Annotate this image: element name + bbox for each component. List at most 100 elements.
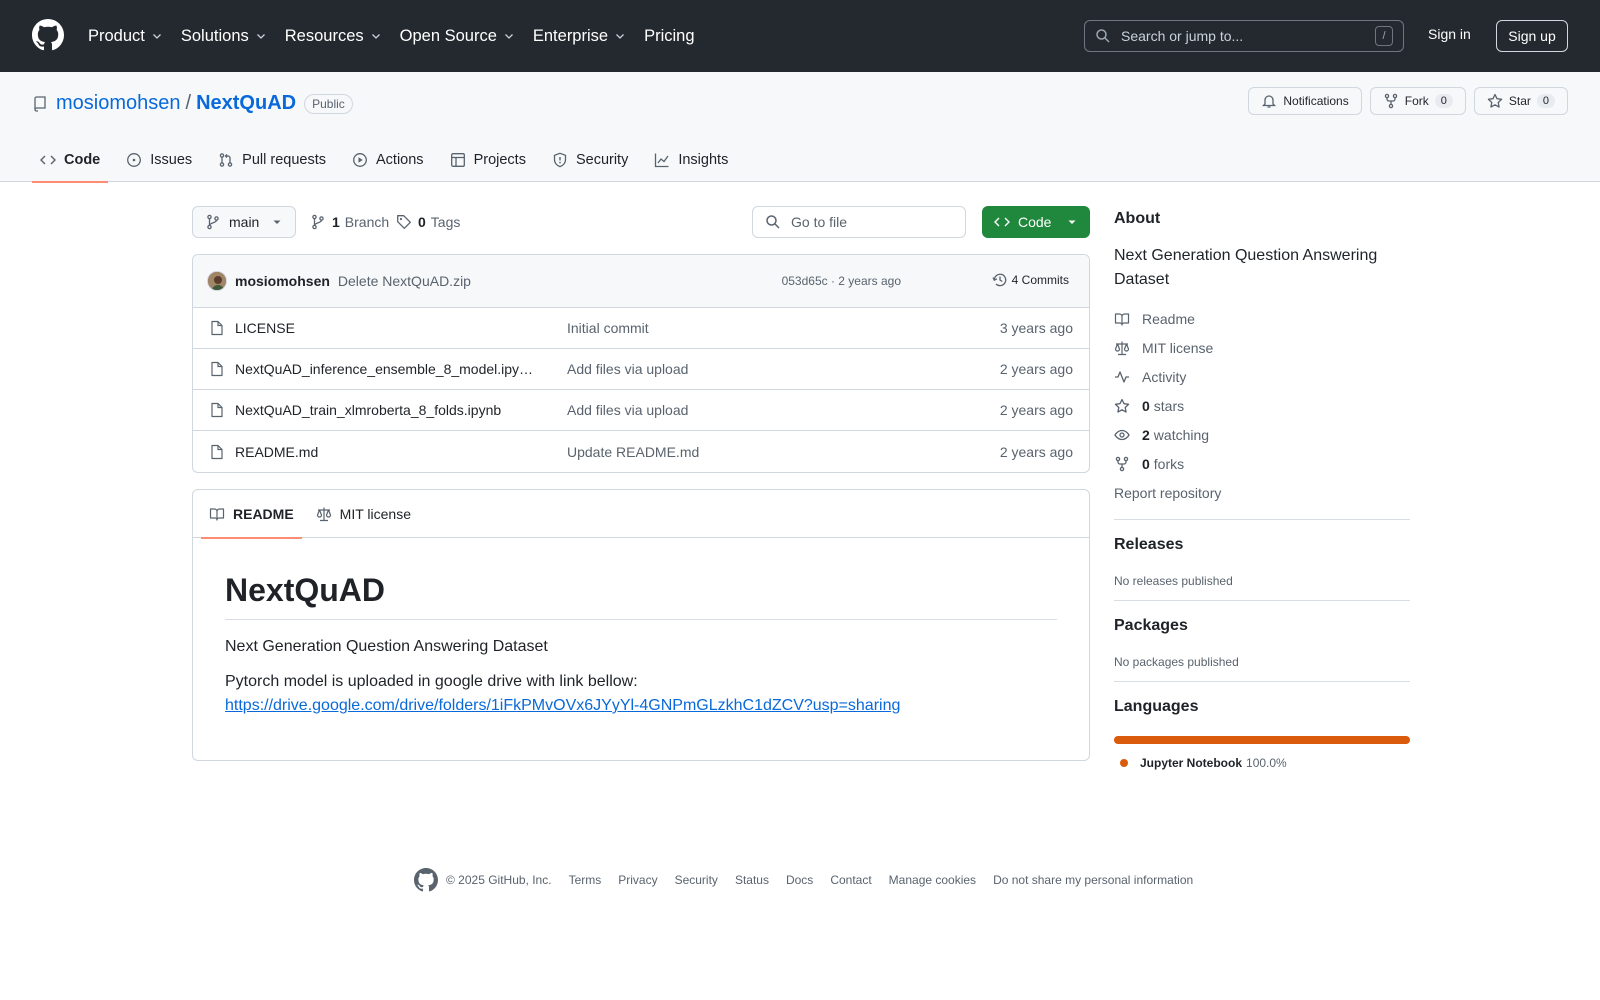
- go-to-file-input[interactable]: Go to file: [752, 206, 966, 238]
- repo-owner-link[interactable]: mosiomohsen: [56, 92, 181, 115]
- tab-label: Insights: [678, 152, 729, 168]
- readme-label: Readme: [1142, 310, 1195, 327]
- tab-actions[interactable]: Actions: [344, 138, 432, 182]
- notifications-button[interactable]: Notifications: [1248, 87, 1362, 115]
- tab-security[interactable]: Security: [544, 138, 636, 182]
- footer-link-do-not-share[interactable]: Do not share my personal information: [993, 873, 1193, 887]
- divider: [1114, 519, 1410, 520]
- table-row: LICENSE Initial commit 3 years ago: [193, 308, 1089, 349]
- drive-link[interactable]: https://drive.google.com/drive/folders/1…: [225, 697, 900, 714]
- avatar[interactable]: [207, 271, 227, 291]
- packages-empty-text: No packages published: [1114, 655, 1239, 669]
- language-color-dot: [1120, 759, 1128, 767]
- file-table: mosiomohsen Delete NextQuAD.zip 053d65c …: [192, 254, 1090, 473]
- file-commit-message[interactable]: Update README.md: [567, 444, 699, 460]
- commits-link[interactable]: 4 Commits: [992, 272, 1069, 288]
- fork-button[interactable]: Fork 0: [1369, 87, 1466, 115]
- tags-link[interactable]: 0 Tags: [396, 214, 460, 230]
- play-icon: [353, 153, 367, 167]
- table-icon: [450, 153, 465, 167]
- tab-readme[interactable]: README: [201, 490, 302, 539]
- language-item[interactable]: Jupyter Notebook 100.0%: [1114, 756, 1410, 770]
- repo-header: mosiomohsen / NextQuAD Public Notificati…: [0, 72, 1600, 183]
- go-to-file-placeholder: Go to file: [791, 214, 848, 230]
- file-age: 2 years ago: [999, 402, 1073, 418]
- file-name-link[interactable]: NextQuAD_train_xlmroberta_8_folds.ipynb: [235, 402, 545, 418]
- search-placeholder: Search or jump to...: [1121, 28, 1244, 44]
- tab-issues[interactable]: Issues: [118, 138, 200, 182]
- repo-name-link[interactable]: NextQuAD: [196, 92, 296, 115]
- nav-label: Resources: [284, 26, 364, 45]
- nav-label: Solutions: [180, 26, 249, 45]
- commit-hash-time[interactable]: 053d65c · 2 years ago: [782, 274, 901, 288]
- report-repository-link[interactable]: Report repository: [1114, 478, 1410, 507]
- file-name-link[interactable]: README.md: [235, 444, 545, 460]
- activity-link[interactable]: Activity: [1114, 362, 1410, 391]
- forks-label: forks: [1153, 455, 1185, 472]
- readme-panel: README MIT license NextQuAD Next Generat…: [192, 489, 1090, 761]
- repo-icon: [34, 95, 46, 112]
- tab-insights[interactable]: Insights: [646, 138, 736, 182]
- branch-selector[interactable]: main: [192, 206, 296, 238]
- nav-resources[interactable]: Resources: [285, 24, 382, 48]
- nav-solutions[interactable]: Solutions: [181, 24, 267, 48]
- sign-up-button[interactable]: Sign up: [1496, 20, 1568, 52]
- footer-link-security[interactable]: Security: [675, 873, 718, 887]
- nav-open-source[interactable]: Open Source: [400, 24, 515, 48]
- shield-icon: [553, 152, 567, 168]
- tab-pull-requests[interactable]: Pull requests: [210, 138, 334, 182]
- chevron-down-icon: [616, 34, 625, 39]
- releases-title[interactable]: Releases: [1114, 536, 1410, 554]
- github-logo-icon[interactable]: [414, 868, 438, 892]
- watching-count: 2: [1142, 426, 1150, 443]
- language-name: Jupyter Notebook: [1140, 756, 1243, 770]
- code-icon: [994, 217, 1010, 227]
- tab-label: Actions: [376, 152, 424, 168]
- readme-link[interactable]: Readme: [1114, 304, 1410, 333]
- tab-license[interactable]: MIT license: [308, 490, 419, 538]
- stars-link[interactable]: 0 stars: [1114, 391, 1410, 420]
- releases-empty-text: No releases published: [1114, 574, 1233, 588]
- file-commit-message[interactable]: Add files via upload: [567, 402, 688, 418]
- search-input[interactable]: Search or jump to... /: [1084, 20, 1404, 52]
- footer-link-manage-cookies[interactable]: Manage cookies: [889, 873, 976, 887]
- footer-link-terms[interactable]: Terms: [569, 873, 602, 887]
- file-icon: [211, 444, 223, 459]
- github-logo-icon[interactable]: [32, 19, 64, 51]
- commit-author-link[interactable]: mosiomohsen: [235, 273, 330, 289]
- sign-in-link[interactable]: Sign in: [1428, 26, 1471, 42]
- avatar-image: [208, 272, 226, 290]
- code-button[interactable]: Code: [982, 206, 1090, 238]
- tab-label: Projects: [473, 152, 526, 168]
- global-header: Product Solutions Resources Open Source …: [0, 0, 1600, 72]
- search-icon: [1096, 29, 1110, 43]
- packages-title[interactable]: Packages: [1114, 617, 1410, 635]
- commit-message-link[interactable]: Delete NextQuAD.zip: [338, 273, 471, 289]
- license-label: MIT license: [1142, 339, 1214, 356]
- nav-product[interactable]: Product: [88, 24, 163, 48]
- stars-count: 0: [1142, 397, 1150, 414]
- tab-code[interactable]: Code: [32, 138, 109, 183]
- footer-link-status[interactable]: Status: [735, 873, 769, 887]
- nav-pricing[interactable]: Pricing: [644, 24, 694, 48]
- file-commit-message[interactable]: Initial commit: [567, 320, 649, 336]
- footer-link-docs[interactable]: Docs: [786, 873, 813, 887]
- branches-link[interactable]: 1 Branch: [310, 214, 389, 230]
- fork-label: Fork: [1404, 94, 1429, 108]
- footer-link-contact[interactable]: Contact: [830, 873, 871, 887]
- readme-tabs: README MIT license: [193, 490, 1089, 539]
- file-name-link[interactable]: NextQuAD_inference_ensemble_8_model.ipy…: [235, 361, 545, 377]
- star-icon: [1114, 398, 1130, 413]
- tab-projects[interactable]: Projects: [442, 138, 534, 182]
- star-button[interactable]: Star 0: [1473, 87, 1568, 115]
- nav-enterprise[interactable]: Enterprise: [533, 24, 626, 48]
- caret-down-icon: [273, 220, 281, 224]
- footer-link-privacy[interactable]: Privacy: [618, 873, 657, 887]
- file-name-link[interactable]: LICENSE: [235, 320, 545, 336]
- watching-link[interactable]: 2 watching: [1114, 420, 1410, 449]
- file-commit-message[interactable]: Add files via upload: [567, 361, 688, 377]
- search-icon: [766, 215, 780, 229]
- star-label: Star: [1508, 94, 1531, 108]
- forks-link[interactable]: 0 forks: [1114, 449, 1410, 478]
- license-link[interactable]: MIT license: [1114, 333, 1410, 362]
